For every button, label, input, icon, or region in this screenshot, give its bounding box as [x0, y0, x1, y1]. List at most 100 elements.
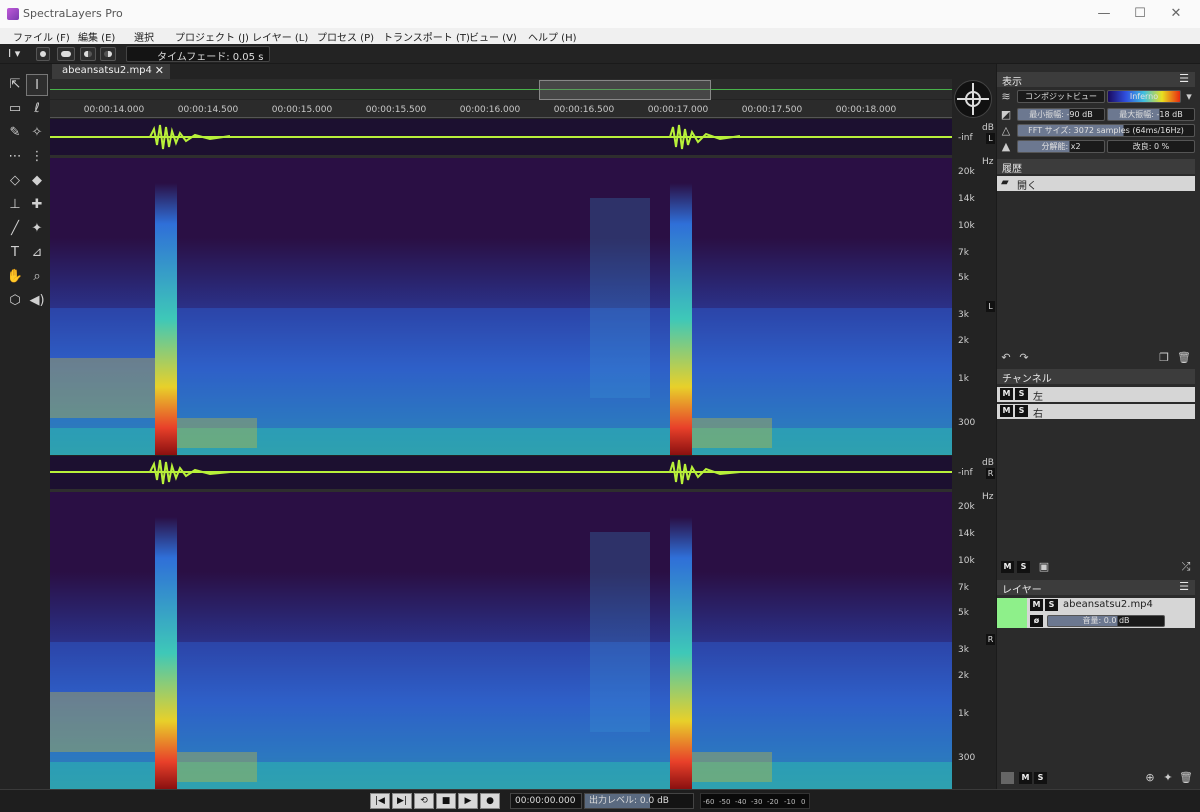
channel-row-right[interactable]: M S 右: [997, 404, 1195, 420]
layers-panel-header[interactable]: レイヤー ☰: [997, 580, 1195, 596]
mute-button[interactable]: M: [1000, 405, 1013, 417]
improve-slider[interactable]: 改良: 0 %: [1107, 140, 1195, 153]
time-display[interactable]: 00:00:00.000: [510, 793, 582, 809]
document-tab-close-icon[interactable]: ✕: [155, 64, 164, 77]
loop-button[interactable]: ⟲: [414, 793, 434, 809]
waveform-left[interactable]: [50, 119, 952, 155]
zoom-tool-icon[interactable]: ⌕: [26, 266, 48, 288]
go-to-start-button[interactable]: |◀: [370, 793, 390, 809]
hand-tool-icon[interactable]: ✋: [4, 266, 26, 288]
channel-row-left[interactable]: M S 左: [997, 387, 1195, 403]
document-tab-label: abeansatsu2.mp4: [62, 65, 152, 76]
menu-process[interactable]: プロセス (P): [317, 29, 374, 44]
lasso-tool-icon[interactable]: ℓ: [26, 98, 48, 120]
layer-color-swatch[interactable]: [997, 598, 1027, 628]
mode-half-button[interactable]: [80, 47, 96, 61]
mode-double-button[interactable]: [57, 47, 75, 61]
close-button[interactable]: ✕: [1166, 4, 1186, 24]
play-button[interactable]: ▶: [458, 793, 478, 809]
colormap-dropdown[interactable]: Inferno: [1107, 90, 1181, 103]
layer-blank-button[interactable]: [1001, 772, 1014, 784]
history-item[interactable]: ▰ 開く: [997, 176, 1195, 192]
grid-icon[interactable]: ▣: [1037, 560, 1051, 574]
waveform-right[interactable]: [50, 456, 952, 489]
mode-split-button[interactable]: [100, 47, 116, 61]
panel-menu-icon[interactable]: ☰: [1179, 580, 1189, 593]
time-ruler[interactable]: 00:00:14.000 00:00:14.500 00:00:15.000 0…: [50, 100, 952, 118]
eraser-tool-icon[interactable]: ◇: [4, 170, 26, 192]
3d-view-tool-icon[interactable]: ⬡: [4, 290, 26, 312]
time-select-tool-icon[interactable]: I: [26, 74, 48, 96]
clone-stamp-tool-icon[interactable]: ⊥: [4, 194, 26, 216]
min-amplitude-slider[interactable]: 最小振幅: -90 dB: [1017, 108, 1105, 121]
spray-tool-icon[interactable]: ✦: [26, 218, 48, 240]
panel-menu-icon[interactable]: ☰: [1179, 72, 1189, 85]
redo-icon[interactable]: ↷: [1017, 351, 1031, 365]
menu-project[interactable]: プロジェクト (J): [175, 29, 249, 44]
trash-icon[interactable]: 🗑: [1177, 351, 1191, 365]
navigator-dial-icon[interactable]: [954, 80, 992, 118]
maximize-button[interactable]: ☐: [1130, 4, 1150, 24]
hz-tick: 5k: [958, 273, 969, 283]
go-to-end-button[interactable]: ▶|: [392, 793, 412, 809]
mode-single-button[interactable]: [36, 47, 50, 61]
max-amplitude-slider[interactable]: 最大振幅: -18 dB: [1107, 108, 1195, 121]
solo-button[interactable]: S: [1045, 599, 1058, 611]
view-mode-dropdown[interactable]: コンポジットビュー: [1017, 90, 1105, 103]
minimize-button[interactable]: —: [1094, 4, 1114, 24]
menu-select[interactable]: 選択: [134, 29, 154, 44]
trash-icon[interactable]: 🗑: [1179, 771, 1193, 785]
menu-edit[interactable]: 編集 (E): [78, 29, 115, 44]
channels-panel-header[interactable]: チャンネル: [997, 369, 1195, 385]
spectrogram-right[interactable]: [50, 492, 952, 789]
text-tool-icon[interactable]: T: [4, 242, 26, 264]
fft-size-slider[interactable]: FFT サイズ: 3072 samples (64ms/16Hz): [1017, 124, 1195, 137]
rect-select-tool-icon[interactable]: ▭: [4, 98, 26, 120]
document-tab[interactable]: abeansatsu2.mp4 ✕: [52, 64, 170, 79]
mute-button[interactable]: M: [1001, 561, 1014, 573]
new-layer-icon[interactable]: ⊕: [1143, 771, 1157, 785]
menu-help[interactable]: ヘルプ (H): [528, 29, 577, 44]
magic-wand-tool-icon[interactable]: ✧: [26, 122, 48, 144]
overview-view-range[interactable]: [539, 80, 711, 100]
solo-button[interactable]: S: [1015, 388, 1028, 400]
copy-icon[interactable]: ❐: [1157, 351, 1171, 365]
frequency-select-tool-icon[interactable]: ⋯: [4, 146, 26, 168]
cursor-tool-icon[interactable]: I ▾: [8, 47, 28, 61]
spectrogram-left[interactable]: [50, 158, 952, 455]
time-fade-field[interactable]: タイムフェード: 0.05 s: [126, 46, 270, 63]
menu-layer[interactable]: レイヤー (L): [252, 29, 308, 44]
solo-button[interactable]: S: [1015, 405, 1028, 417]
chevron-down-icon[interactable]: ▾: [1182, 90, 1196, 104]
mute-button[interactable]: M: [1019, 772, 1032, 784]
undo-icon[interactable]: ↶: [999, 351, 1013, 365]
hz-tick: 7k: [958, 248, 969, 258]
mute-button[interactable]: M: [1030, 599, 1043, 611]
layer-volume-slider[interactable]: 音量: 0.0 dB: [1047, 615, 1165, 627]
brush-select-tool-icon[interactable]: ✎: [4, 122, 26, 144]
output-level-slider[interactable]: 出力レベル: 0.0 dB: [584, 793, 694, 809]
speaker-tool-icon[interactable]: ◀): [26, 290, 48, 312]
menu-file[interactable]: ファイル (F): [13, 29, 70, 44]
eyedropper-tool-icon[interactable]: ⊿: [26, 242, 48, 264]
stop-button[interactable]: ■: [436, 793, 456, 809]
solo-button[interactable]: S: [1034, 772, 1047, 784]
add-layer-icon[interactable]: ✦: [1161, 771, 1175, 785]
heal-tool-icon[interactable]: ✚: [26, 194, 48, 216]
record-button[interactable]: ●: [480, 793, 500, 809]
mute-button[interactable]: M: [1000, 388, 1013, 400]
phase-invert-icon[interactable]: ø: [1030, 615, 1043, 627]
menu-view[interactable]: ビュー (V): [469, 29, 517, 44]
pencil-tool-icon[interactable]: ╱: [4, 218, 26, 240]
history-panel-header[interactable]: 履歴: [997, 159, 1195, 175]
overview-bar[interactable]: [50, 79, 952, 100]
resolution-slider[interactable]: 分解能: x2: [1017, 140, 1105, 153]
layer-row[interactable]: M S abeansatsu2.mp4: [1027, 598, 1195, 614]
harmonic-select-tool-icon[interactable]: ⋮: [26, 146, 48, 168]
solo-button[interactable]: S: [1017, 561, 1030, 573]
shuffle-icon[interactable]: ⤮: [1179, 560, 1193, 574]
move-tool-icon[interactable]: ⇱: [4, 74, 26, 96]
display-panel-header[interactable]: 表示 ☰: [997, 72, 1195, 88]
menu-transport[interactable]: トランスポート (T): [383, 29, 470, 44]
smart-eraser-tool-icon[interactable]: ◆: [26, 170, 48, 192]
